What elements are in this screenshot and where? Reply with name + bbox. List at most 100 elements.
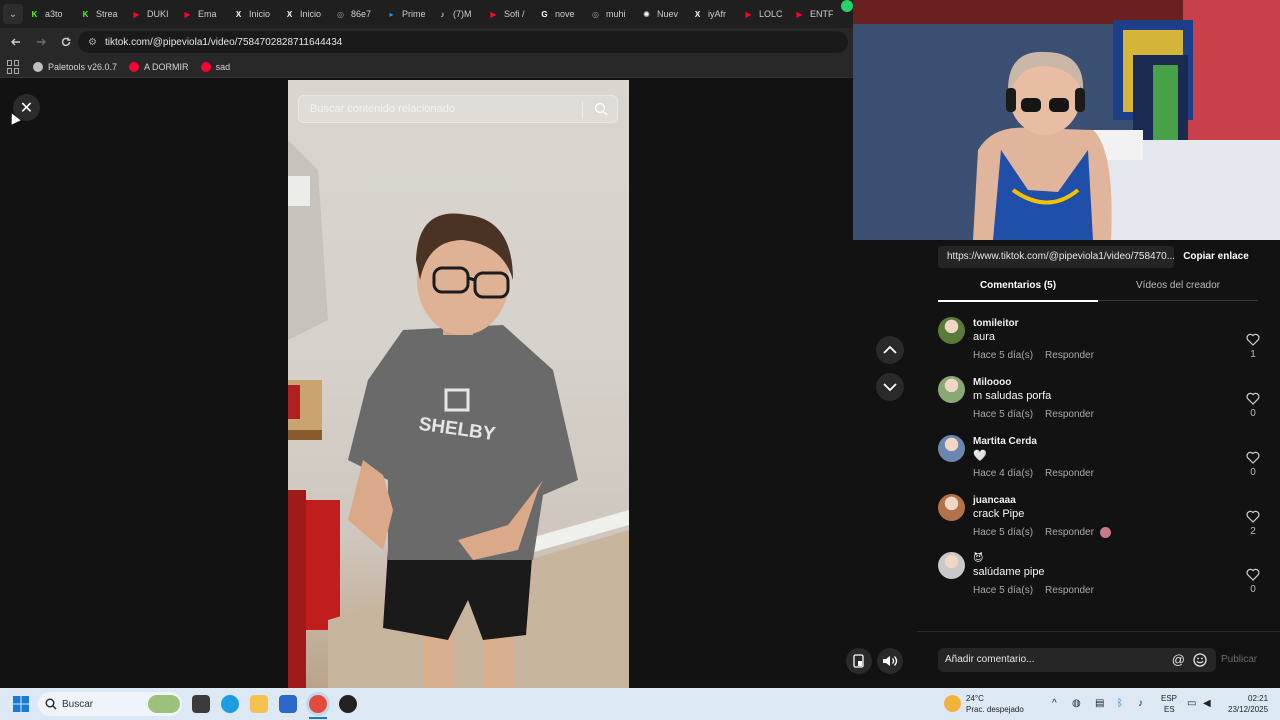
reply-button[interactable]: Responder bbox=[1045, 585, 1094, 596]
speaker-icon[interactable]: ◀ bbox=[1203, 698, 1211, 709]
comment-username[interactable]: juancaaa bbox=[973, 495, 1016, 506]
comment-username[interactable]: Miloooo bbox=[973, 377, 1011, 388]
avatar[interactable] bbox=[938, 435, 965, 462]
comment-item: Miloooo m saludas porfa Hace 5 día(s) Respo… bbox=[938, 376, 1260, 434]
weather-sun-icon[interactable] bbox=[944, 695, 961, 712]
avatar[interactable] bbox=[938, 552, 965, 579]
reply-button[interactable]: Responder bbox=[1045, 527, 1094, 538]
address-bar[interactable]: ⚙ tiktok.com/@pipeviola1/video/758470282… bbox=[78, 31, 848, 53]
floating-player-button[interactable] bbox=[846, 648, 872, 674]
like-heart-icon[interactable] bbox=[1246, 392, 1260, 405]
browser-tab[interactable]: ▶ LOLC bbox=[737, 0, 788, 28]
tray-app-icon[interactable]: ◍ bbox=[1072, 698, 1081, 709]
reply-button[interactable]: Responder bbox=[1045, 468, 1094, 479]
like-heart-icon[interactable] bbox=[1246, 451, 1260, 464]
comment-text: salúdame pipe bbox=[973, 566, 1045, 578]
webcam-frame bbox=[853, 0, 1280, 240]
mention-icon[interactable]: @ bbox=[1172, 652, 1185, 667]
like-heart-icon[interactable] bbox=[1246, 333, 1260, 346]
bookmark-item[interactable]: sad bbox=[200, 61, 231, 72]
browser-tab[interactable]: ▶ Ema bbox=[176, 0, 227, 28]
browser-tab[interactable]: XiyAfr bbox=[686, 0, 737, 28]
share-link-field[interactable]: https://www.tiktok.com/@pipeviola1/video… bbox=[938, 246, 1174, 268]
task-view-icon[interactable] bbox=[192, 695, 210, 713]
clock-time[interactable]: 02:21 bbox=[1248, 694, 1268, 703]
windows-start-icon[interactable] bbox=[13, 696, 29, 712]
browser-tab[interactable]: ◎ muhi bbox=[584, 0, 635, 28]
browser-tab[interactable]: X Inicio bbox=[278, 0, 329, 28]
bookmark-item[interactable]: Paletools v26.0.7 bbox=[33, 61, 117, 72]
apps-grid-icon[interactable] bbox=[7, 59, 21, 74]
bluetooth-icon[interactable]: ᛒ bbox=[1117, 698, 1123, 709]
taskbar-search-label: Buscar bbox=[62, 698, 94, 710]
file-explorer-icon[interactable] bbox=[250, 695, 268, 713]
reply-button[interactable]: Responder bbox=[1045, 409, 1094, 420]
bookmark-label: sad bbox=[215, 61, 231, 72]
bookmark-item[interactable]: A DORMIR bbox=[129, 61, 189, 72]
search-icon[interactable] bbox=[594, 102, 608, 116]
like-heart-icon[interactable] bbox=[1246, 510, 1260, 523]
comment-username[interactable]: Martita Cerda bbox=[973, 436, 1037, 447]
browser-tab[interactable]: ▶ ENTF bbox=[788, 0, 839, 28]
copy-link-button[interactable]: Copiar enlace bbox=[1178, 246, 1254, 268]
network-icon[interactable]: ▭ bbox=[1187, 698, 1196, 709]
avatar[interactable] bbox=[938, 317, 965, 344]
browser-tab[interactable]: ✺ Nuev bbox=[635, 0, 686, 28]
browser-tab[interactable]: ▸ Prime bbox=[380, 0, 431, 28]
kick-icon: K bbox=[31, 9, 38, 19]
browser-tab-label: LOLC bbox=[759, 9, 782, 19]
show-hidden-icons-chevron-icon[interactable]: ^ bbox=[1052, 698, 1057, 709]
tab-creator-videos[interactable]: Vídeos del creador bbox=[1098, 280, 1258, 301]
clock-date[interactable]: 23/12/2025 bbox=[1228, 705, 1268, 714]
tab-comments[interactable]: Comentarios (5) bbox=[938, 280, 1098, 302]
browser-tab-label: Prime bbox=[402, 9, 425, 19]
search-highlight-icon bbox=[148, 695, 180, 713]
related-search-placeholder: Buscar contenido relacionado bbox=[310, 103, 455, 115]
input-language-top[interactable]: ESP bbox=[1161, 694, 1177, 703]
microphone-icon[interactable]: ♪ bbox=[1138, 698, 1143, 709]
video-player[interactable]: SHELBY bbox=[288, 80, 629, 688]
previous-video-button[interactable] bbox=[876, 336, 904, 364]
obs-icon[interactable] bbox=[339, 695, 357, 713]
related-search-input[interactable]: Buscar contenido relacionado bbox=[298, 95, 618, 123]
comment-item: tomileitor aura Hace 5 día(s) Responder 1 bbox=[938, 317, 1260, 375]
taskbar-search-box[interactable]: Buscar bbox=[38, 692, 182, 716]
forward-arrow-icon[interactable] bbox=[30, 31, 52, 53]
chevron-down-icon bbox=[883, 383, 897, 392]
avatar[interactable] bbox=[938, 494, 965, 521]
google-icon: G bbox=[541, 9, 548, 19]
browser-tab[interactable]: ♪ (7)M bbox=[431, 0, 482, 28]
browser-tab-label: iyAfr bbox=[708, 9, 726, 19]
site-settings-icon[interactable]: ⚙ bbox=[88, 37, 97, 48]
emoji-icon[interactable] bbox=[1193, 653, 1207, 667]
browser-tab[interactable]: ▶ DUKI bbox=[125, 0, 176, 28]
edge-icon[interactable] bbox=[221, 695, 239, 713]
add-comment-input[interactable]: Añadir comentario... @ bbox=[938, 648, 1216, 672]
browser-tab[interactable]: Gnove bbox=[533, 0, 584, 28]
browser-tab[interactable]: K Strea bbox=[74, 0, 125, 28]
browser-tab[interactable]: Ka3to bbox=[23, 0, 74, 28]
whatsapp-icon[interactable] bbox=[841, 0, 853, 12]
back-arrow-icon[interactable] bbox=[5, 31, 27, 53]
chrome-icon[interactable] bbox=[309, 695, 327, 713]
like-heart-icon[interactable] bbox=[1246, 568, 1260, 581]
avatar[interactable] bbox=[938, 376, 965, 403]
weather-temperature[interactable]: 24°C bbox=[966, 694, 984, 703]
reply-button[interactable]: Responder bbox=[1045, 350, 1094, 361]
panel-divider bbox=[917, 631, 1280, 632]
browser-tab[interactable]: ◎ 86e7 bbox=[329, 0, 380, 28]
input-language-bottom[interactable]: ES bbox=[1164, 705, 1175, 714]
weather-description[interactable]: Prac. despejado bbox=[966, 705, 1024, 714]
comment-username[interactable]: 😈 bbox=[973, 553, 983, 564]
tab-search-chevron-icon[interactable]: ⌄ bbox=[3, 4, 23, 24]
browser-tab[interactable]: ▶ Sofi / bbox=[482, 0, 533, 28]
volume-button[interactable] bbox=[877, 648, 903, 674]
tray-monitor-icon[interactable]: ▤ bbox=[1095, 698, 1104, 709]
microsoft-store-icon[interactable] bbox=[279, 695, 297, 713]
comment-username[interactable]: tomileitor bbox=[973, 318, 1019, 329]
next-video-button[interactable] bbox=[876, 373, 904, 401]
browser-tab[interactable]: X Inicio bbox=[227, 0, 278, 28]
publish-button[interactable]: Publicar bbox=[1221, 654, 1257, 665]
reload-icon[interactable] bbox=[55, 31, 77, 53]
browser-tab-label: 86e7 bbox=[351, 9, 372, 19]
